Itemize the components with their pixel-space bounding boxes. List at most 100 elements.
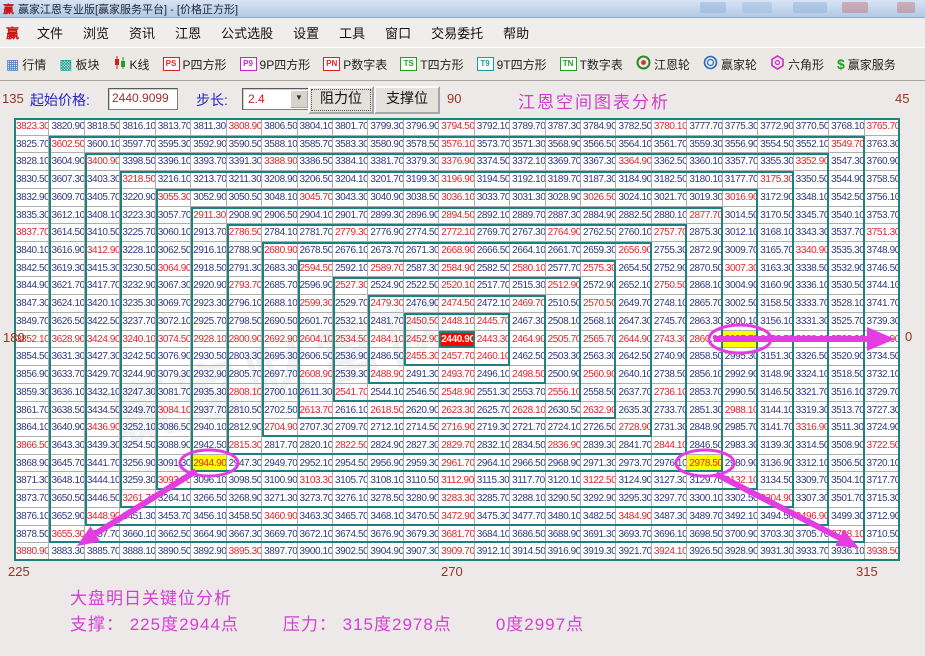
toolbar-item-P四方形[interactable]: PS P四方形	[162, 56, 227, 73]
menu-item-7[interactable]: 窗口	[375, 20, 421, 45]
grid-cell: 3602.50	[49, 135, 85, 154]
grid-cell: 3691.30	[581, 525, 617, 544]
menu-item-3[interactable]: 江恩	[165, 20, 211, 45]
grid-cell: 3864.10	[14, 419, 50, 437]
grid-cell: 3902.50	[332, 543, 369, 561]
grid-cell: 3530.50	[829, 277, 865, 296]
grid-cell: 3292.90	[581, 490, 617, 508]
grid-cell: 2541.70	[332, 383, 369, 402]
grid-cell: 3208.90	[262, 171, 298, 189]
grid-cell: 3319.30	[793, 401, 830, 420]
grid-cell: 3261.70	[120, 490, 156, 508]
grid-cell: 3499.30	[829, 507, 865, 526]
grid-cell: 3660.10	[120, 525, 156, 544]
grid-cell: 3420.10	[84, 295, 121, 313]
grid-cell: 2695.30	[262, 348, 298, 367]
grid-cell: 2983.30	[722, 436, 759, 455]
grid-cell: 3919.30	[581, 543, 617, 561]
toolbar-label: 六角形	[787, 57, 824, 72]
menu-item-8[interactable]: 交易委托	[421, 20, 493, 45]
degree-label-45: 45	[895, 91, 910, 106]
toolbar-item-六角形[interactable]: 六角形	[770, 55, 824, 73]
grid-cell: 2714.50	[403, 419, 440, 437]
grid-cell: 3861.70	[14, 401, 50, 420]
menu-item-4[interactable]: 公式选股	[211, 20, 283, 45]
grid-cell: 3264.10	[155, 490, 192, 508]
grid-cell: 3672.10	[297, 525, 333, 544]
gann-grid: 3823.30 3820.90 3818.50 3816.10 3813.70 3811.…	[14, 118, 900, 561]
grid-cell: 3739.30	[864, 312, 900, 331]
grid-cell: 2728.90	[616, 419, 652, 437]
grid-cell: 3674.50	[332, 525, 369, 544]
grid-cell: 3110.50	[403, 472, 440, 491]
grid-cell: 2937.70	[191, 401, 227, 420]
grid-cell: 3194.50	[474, 171, 511, 189]
grid-cell: 3477.70	[510, 507, 546, 526]
chevron-down-icon[interactable]: ▼	[290, 90, 308, 108]
grid-cell: 3076.90	[155, 348, 192, 367]
toolbar-item-T数字表[interactable]: TN T数字表	[559, 56, 623, 73]
grid-cell: 3105.70	[332, 472, 369, 491]
grid-cell: 3400.90	[84, 153, 121, 172]
grid-cell: 2546.50	[403, 383, 440, 402]
grid-cell: 3837.70	[14, 224, 50, 243]
tray-ghost-icon	[700, 2, 726, 13]
toolbar-item-9T四方形[interactable]: T9 9T四方形	[476, 56, 547, 73]
grid-cell: 2824.90	[368, 436, 404, 455]
grid-cell: 2599.30	[297, 295, 333, 313]
menu-item-9[interactable]: 帮助	[493, 20, 539, 45]
grid-cell: 2704.90	[262, 419, 298, 437]
grid-cell: 3463.30	[297, 507, 333, 526]
grid-cell: 2932.90	[191, 366, 227, 384]
grid-cell: 3847.30	[14, 295, 50, 313]
toolbar-item-赢家轮[interactable]: 赢家轮	[703, 55, 757, 73]
grid-cell: 3849.70	[14, 312, 50, 331]
support-button[interactable]: 支撑位	[374, 86, 440, 114]
grid-cell: 3403.30	[84, 171, 121, 189]
toolbar-item-赢家服务[interactable]: $ 赢家服务	[837, 56, 896, 73]
tray-ghost-icon	[897, 2, 915, 13]
toolbar-item-江恩轮[interactable]: 江恩轮	[636, 55, 690, 73]
grid-cell: 3108.10	[368, 472, 404, 491]
grid-cell: 3004.90	[722, 277, 759, 296]
menu-item-0[interactable]: 文件	[27, 20, 73, 45]
grid-cell: 3043.30	[332, 188, 369, 207]
grid-cell: 2551.30	[474, 383, 511, 402]
toolbar-item-P数字表[interactable]: PN P数字表	[323, 56, 387, 73]
step-select[interactable]: 2.4 ▼	[242, 88, 312, 110]
toolbar-item-T四方形[interactable]: TS T四方形	[400, 56, 464, 73]
table-icon: ▦	[6, 56, 20, 72]
toolbar-item-9P四方形[interactable]: P9 9P四方形	[239, 56, 310, 73]
grid-cell: 2988.10	[722, 401, 759, 420]
grid-cell: 3170.50	[758, 206, 794, 225]
grid-cell: 2553.70	[510, 383, 546, 402]
grid-cell: 2731.30	[651, 419, 688, 437]
toolbar-item-行情[interactable]: ▦ 行情	[6, 56, 46, 73]
grid-cell: 3343.30	[793, 224, 830, 243]
grid-cell: 3391.30	[226, 153, 263, 172]
grid-cell: 3885.70	[84, 543, 121, 561]
start-price-input[interactable]: 2440.9099	[108, 88, 178, 110]
grid-cell: 2822.50	[332, 436, 369, 455]
menu-item-1[interactable]: 浏览	[73, 20, 119, 45]
grid-cell: 3434.50	[84, 401, 121, 420]
grid-cell: 3067.30	[155, 277, 192, 296]
grid-cell: 2671.30	[403, 242, 440, 260]
menu-item-2[interactable]: 资讯	[119, 20, 165, 45]
grid-cell: 2448.10	[439, 312, 475, 331]
resistance-button[interactable]: 阻力位	[308, 86, 374, 114]
grid-cell: 3254.50	[120, 436, 156, 455]
grid-cell: 2719.30	[474, 419, 511, 437]
toolbar-item-板块[interactable]: ▩ 板块	[59, 56, 99, 73]
grid-cell: 2990.50	[722, 383, 759, 402]
menu-item-5[interactable]: 设置	[283, 20, 329, 45]
grid-cell: 3240.10	[120, 330, 156, 349]
grid-cell: 2810.50	[226, 401, 263, 420]
grid-cell: 3055.30	[155, 188, 192, 207]
toolbar-item-K线[interactable]: K线	[113, 55, 150, 73]
grid-cell: 3091.30	[155, 454, 192, 473]
menu-item-6[interactable]: 工具	[329, 20, 375, 45]
grid-cell: 2476.90	[403, 295, 440, 313]
grid-cell: 2733.70	[651, 401, 688, 420]
grid-cell: 2776.90	[368, 224, 404, 243]
